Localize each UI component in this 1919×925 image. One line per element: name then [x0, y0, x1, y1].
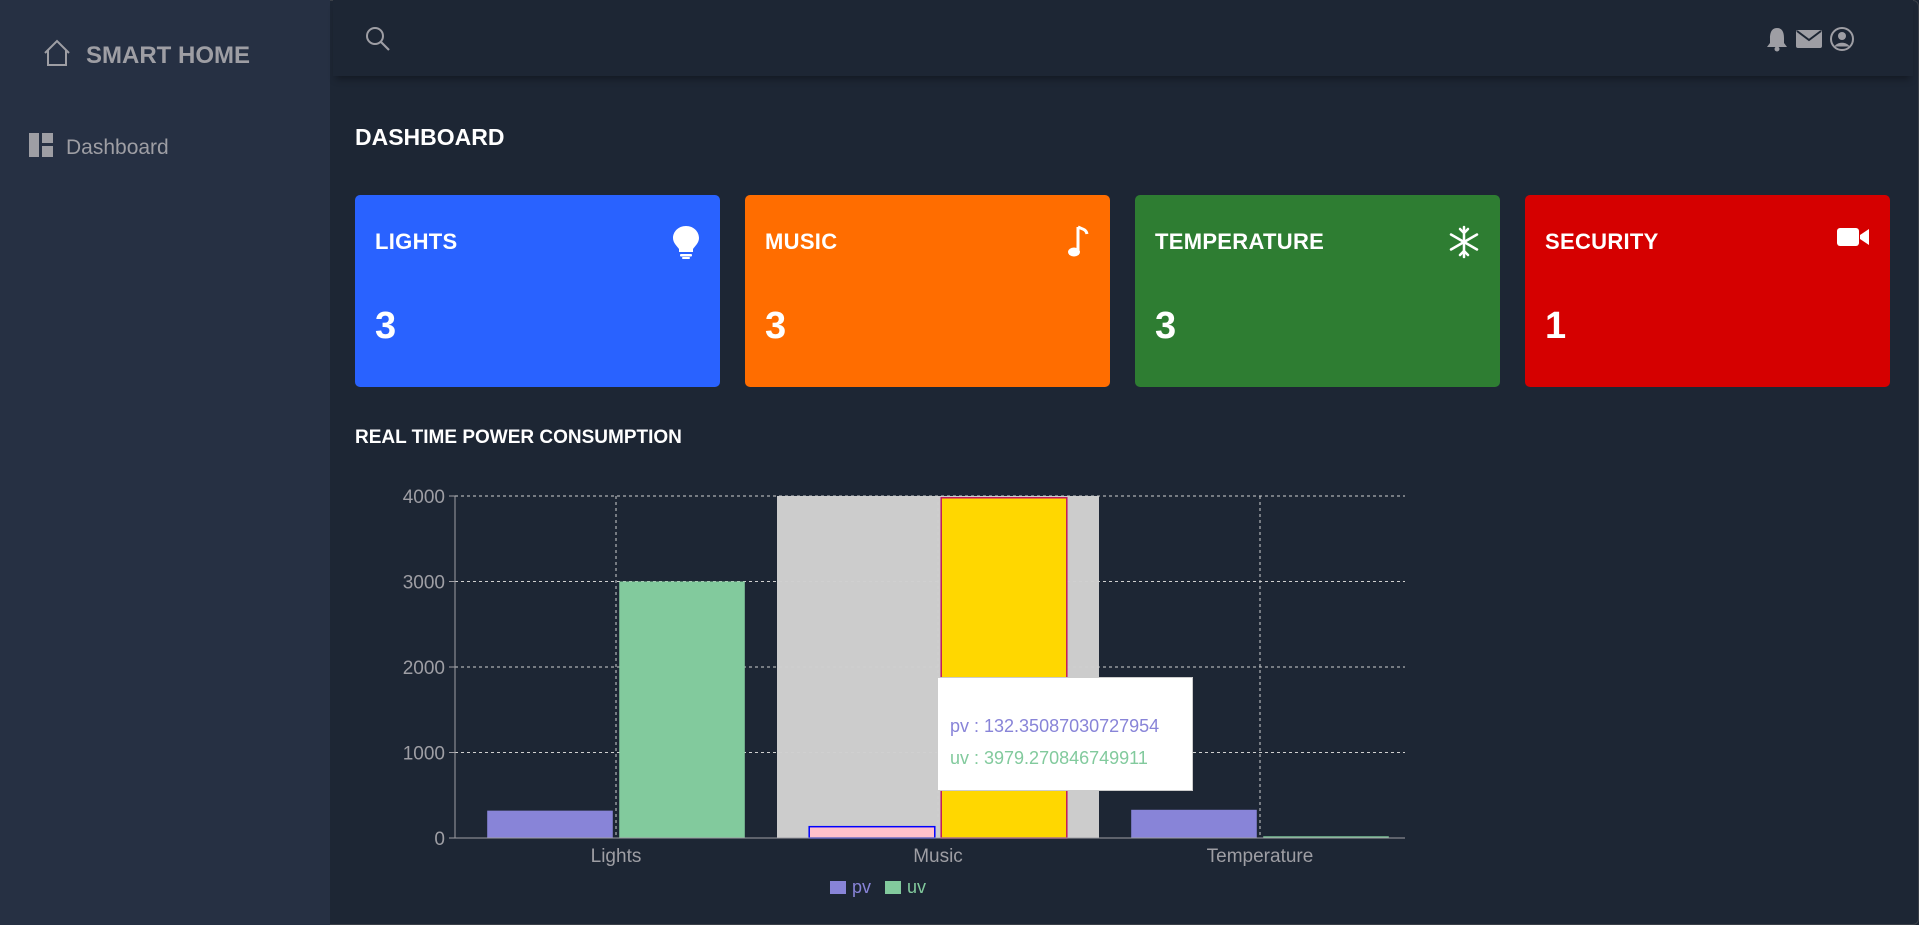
chart-tooltip: pv : 132.35087030727954 uv : 3979.270846…	[937, 677, 1193, 791]
sidebar-item-label: Dashboard	[66, 136, 169, 159]
card-title: SECURITY	[1545, 229, 1659, 254]
legend-label: uv	[907, 877, 927, 897]
legend-swatch	[830, 881, 846, 894]
music-note-icon	[1066, 225, 1090, 264]
brand-name: SMART HOME	[86, 42, 250, 69]
card-music[interactable]: MUSIC 3	[745, 195, 1110, 387]
bar-pv-temperature	[1131, 809, 1257, 838]
y-tick-label: 1000	[403, 744, 445, 765]
lightbulb-icon	[672, 225, 700, 264]
card-title: TEMPERATURE	[1155, 229, 1325, 254]
card-value: 3	[1155, 305, 1177, 347]
legend-swatch	[885, 881, 902, 894]
card-temperature[interactable]: TEMPERATURE 3	[1135, 195, 1500, 387]
legend-item-pv[interactable]: pv	[830, 877, 871, 898]
card-value: 3	[375, 305, 397, 347]
card-lights[interactable]: LIGHTS 3	[355, 195, 720, 387]
card-title: LIGHTS	[375, 229, 458, 254]
y-tick-label: 2000	[403, 658, 445, 679]
user-circle-icon[interactable]	[1829, 26, 1855, 52]
top-header	[333, 0, 1913, 76]
envelope-icon[interactable]	[1795, 28, 1823, 50]
card-value: 1	[1545, 305, 1567, 347]
card-title: MUSIC	[765, 229, 838, 254]
x-tick-label: Music	[913, 846, 963, 867]
card-value: 3	[765, 305, 787, 347]
y-tick-label: 3000	[403, 573, 445, 594]
x-tick-label: Lights	[591, 846, 642, 867]
search-icon[interactable]	[365, 26, 391, 57]
snowflake-icon	[1448, 225, 1480, 264]
tooltip-uv: uv : 3979.270846749911	[950, 748, 1148, 768]
dashboard-icon	[28, 132, 54, 164]
card-security[interactable]: SECURITY 1	[1525, 195, 1890, 387]
sidebar: SMART HOME Dashboard	[0, 0, 330, 925]
section-title: REAL TIME POWER CONSUMPTION	[355, 427, 682, 448]
y-tick-label: 0	[434, 829, 445, 850]
legend-item-uv[interactable]: uv	[885, 877, 926, 898]
chart-legend: pv uv	[830, 877, 926, 898]
video-camera-icon	[1836, 225, 1870, 254]
header-icons	[1765, 26, 1855, 52]
bar-pv-music	[808, 825, 936, 839]
legend-label: pv	[852, 877, 872, 897]
x-tick-label: Temperature	[1207, 846, 1314, 867]
tooltip-pv: pv : 132.35087030727954	[950, 716, 1160, 736]
y-tick-label: 4000	[403, 487, 445, 508]
page-title: DASHBOARD	[355, 124, 505, 150]
bar-uv-lights	[619, 581, 745, 838]
power-consumption-chart[interactable]: Lights Music Temperature 0 1000 2000 3000 4000	[355, 480, 1405, 920]
bell-icon[interactable]	[1765, 26, 1789, 52]
brand[interactable]: SMART HOME	[42, 36, 250, 76]
home-icon	[42, 38, 72, 75]
sidebar-item-dashboard[interactable]: Dashboard	[28, 132, 169, 164]
bar-pv-lights	[487, 810, 613, 838]
